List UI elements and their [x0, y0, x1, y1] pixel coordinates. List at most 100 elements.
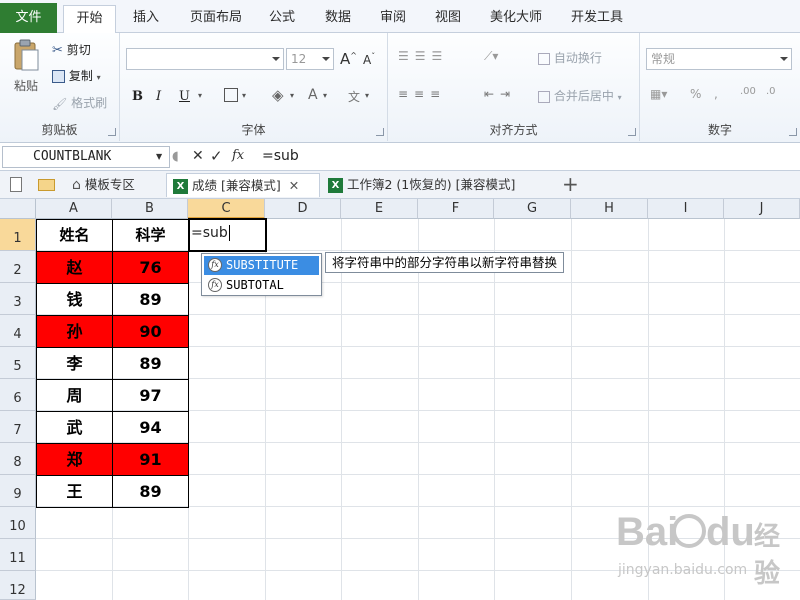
indent-icons[interactable]: ⇤⇥: [484, 87, 516, 101]
column-header-f[interactable]: F: [418, 199, 494, 219]
autocomplete-item-substitute[interactable]: fx SUBSTITUTE: [204, 256, 319, 275]
bold-button[interactable]: B: [132, 89, 143, 104]
tab-file[interactable]: 文件: [0, 3, 57, 33]
tab-beautify-master[interactable]: 美化大师: [484, 5, 548, 33]
tab-insert[interactable]: 插入: [122, 5, 170, 33]
new-doc-icon[interactable]: [10, 177, 22, 192]
vertical-align-icons[interactable]: ☰☰☰: [398, 49, 448, 63]
fx-icon[interactable]: fx: [232, 148, 244, 163]
underline-dropdown[interactable]: ▾: [198, 91, 202, 100]
fill-color-icon[interactable]: ◈: [272, 86, 284, 104]
table-cell-score[interactable]: 91: [113, 444, 189, 476]
column-header-d[interactable]: D: [265, 199, 341, 219]
new-tab-button[interactable]: +: [562, 172, 579, 196]
table-cell-score[interactable]: 90: [113, 316, 189, 348]
close-icon[interactable]: ✕: [289, 178, 299, 193]
table-cell-name[interactable]: 赵: [37, 252, 113, 284]
row-header-9[interactable]: 9: [0, 475, 36, 507]
enter-icon[interactable]: ✓: [210, 147, 223, 165]
name-box-dropdown-icon[interactable]: ▼: [156, 152, 162, 161]
formula-input[interactable]: =sub: [258, 146, 798, 168]
column-header-b[interactable]: B: [112, 199, 188, 219]
table-cell-name[interactable]: 钱: [37, 284, 113, 316]
tab-home[interactable]: 开始: [63, 5, 116, 34]
row-header-2[interactable]: 2: [0, 251, 36, 283]
paste-button[interactable]: 粘贴: [8, 39, 44, 109]
grow-font-button[interactable]: A^: [340, 50, 357, 68]
table-cell-name[interactable]: 李: [37, 348, 113, 380]
select-all-corner[interactable]: [0, 199, 36, 219]
tab-formulas[interactable]: 公式: [262, 5, 302, 33]
fill-color-dropdown[interactable]: ▾: [290, 91, 294, 100]
border-dropdown[interactable]: ▾: [242, 91, 246, 100]
font-color-icon[interactable]: A: [308, 87, 318, 103]
table-cell-name[interactable]: 郑: [37, 444, 113, 476]
row-header-6[interactable]: 6: [0, 379, 36, 411]
number-format-select[interactable]: 常规: [646, 48, 792, 70]
table-cell-name[interactable]: 王: [37, 476, 113, 508]
font-name-select[interactable]: [126, 48, 284, 70]
tab-view[interactable]: 视图: [428, 5, 468, 33]
percent-icon[interactable]: %: [690, 87, 701, 101]
phonetic-icon[interactable]: 文: [348, 88, 360, 105]
row-header-8[interactable]: 8: [0, 443, 36, 475]
row-header-4[interactable]: 4: [0, 315, 36, 347]
copy-button[interactable]: 复制 ▾: [52, 67, 101, 84]
clipboard-launcher-icon[interactable]: [108, 128, 116, 136]
name-box[interactable]: COUNTBLANK: [2, 146, 170, 168]
row-header-7[interactable]: 7: [0, 411, 36, 443]
number-launcher-icon[interactable]: [789, 128, 797, 136]
comma-icon[interactable]: ,: [714, 87, 718, 101]
cancel-icon[interactable]: ✕: [192, 148, 204, 164]
row-header-11[interactable]: 11: [0, 539, 36, 571]
column-header-j[interactable]: J: [724, 199, 800, 219]
folder-icon[interactable]: [38, 179, 55, 191]
shrink-font-button[interactable]: Aˇ: [363, 52, 375, 67]
row-header-10[interactable]: 10: [0, 507, 36, 539]
table-cell-name[interactable]: 周: [37, 380, 113, 412]
tab-page-layout[interactable]: 页面布局: [180, 5, 252, 33]
row-header-1[interactable]: 1: [0, 219, 36, 251]
underline-button[interactable]: U: [179, 89, 190, 104]
table-cell-name[interactable]: 孙: [37, 316, 113, 348]
decrease-decimal-icon[interactable]: .0: [766, 86, 776, 97]
column-header-e[interactable]: E: [341, 199, 418, 219]
column-header-h[interactable]: H: [571, 199, 648, 219]
phonetic-dropdown[interactable]: ▾: [365, 91, 369, 100]
table-cell-score[interactable]: 94: [113, 412, 189, 444]
format-painter-button[interactable]: 🖌 格式刷: [52, 94, 107, 111]
table-header-science[interactable]: 科学: [113, 220, 189, 252]
font-launcher-icon[interactable]: [376, 128, 384, 136]
wrap-text-button[interactable]: 自动换行: [538, 49, 602, 66]
border-icon[interactable]: [224, 88, 238, 102]
increase-decimal-icon[interactable]: .00: [740, 86, 756, 97]
currency-icon[interactable]: ▦▾: [650, 87, 667, 101]
row-header-3[interactable]: 3: [0, 283, 36, 315]
italic-button[interactable]: I: [156, 89, 161, 104]
font-color-dropdown[interactable]: ▾: [323, 91, 327, 100]
table-cell-score[interactable]: 89: [113, 476, 189, 508]
tab-developer[interactable]: 开发工具: [565, 5, 629, 33]
horizontal-align-icons[interactable]: ≡≡≡: [398, 87, 446, 101]
orientation-icon[interactable]: ⟋▾: [484, 49, 498, 64]
merge-center-button[interactable]: 合并后居中 ▾: [538, 87, 622, 104]
font-size-select[interactable]: 12: [286, 48, 334, 70]
column-header-a[interactable]: A: [36, 199, 112, 219]
table-cell-score[interactable]: 76: [113, 252, 189, 284]
autocomplete-item-subtotal[interactable]: fx SUBTOTAL: [204, 276, 319, 295]
table-cell-score[interactable]: 89: [113, 348, 189, 380]
tab-review[interactable]: 审阅: [373, 5, 413, 33]
column-header-g[interactable]: G: [494, 199, 571, 219]
tab-workbook-2[interactable]: X 工作簿2 (1恢复的) [兼容模式]: [328, 173, 515, 197]
table-header-name[interactable]: 姓名: [37, 220, 113, 252]
table-cell-name[interactable]: 武: [37, 412, 113, 444]
table-cell-score[interactable]: 97: [113, 380, 189, 412]
table-cell-score[interactable]: 89: [113, 284, 189, 316]
row-header-12[interactable]: 12: [0, 571, 36, 600]
column-header-c[interactable]: C: [188, 199, 265, 219]
row-header-5[interactable]: 5: [0, 347, 36, 379]
cut-button[interactable]: ✂ 剪切: [52, 41, 91, 58]
active-cell-c1[interactable]: =sub: [188, 218, 267, 252]
tab-template-zone[interactable]: ⌂ 模板专区: [72, 173, 135, 197]
tab-data[interactable]: 数据: [318, 5, 358, 33]
